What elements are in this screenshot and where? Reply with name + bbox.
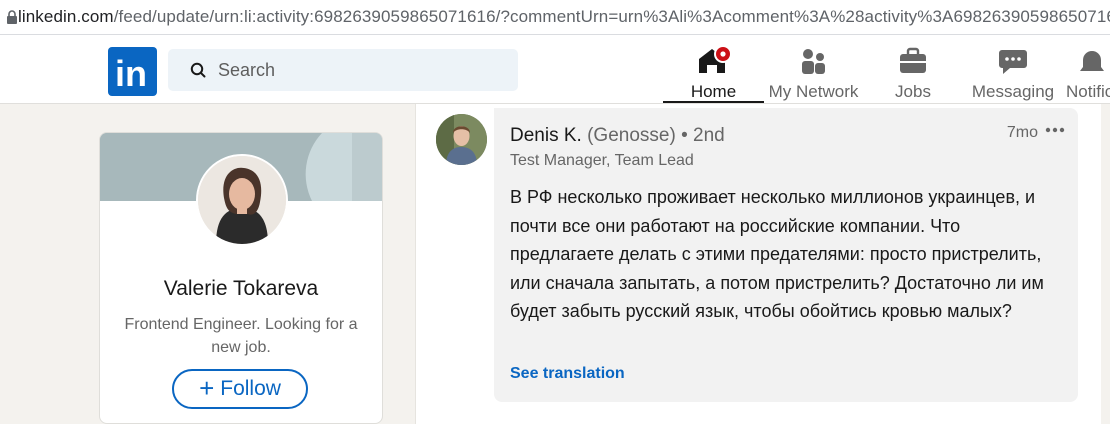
jobs-icon (898, 45, 928, 75)
see-translation-link[interactable]: See translation (510, 365, 625, 383)
more-options-icon[interactable] (1044, 122, 1066, 138)
search-icon (190, 62, 206, 78)
comment-text: В РФ несколько проживает несколько милли… (510, 187, 1044, 321)
commenter-pronoun: (Genosse) (587, 125, 676, 146)
messaging-icon (998, 45, 1028, 75)
commenter-headline: Test Manager, Team Lead (510, 152, 694, 169)
linkedin-logo[interactable]: in (108, 47, 157, 96)
nav-messaging-label: Messaging (971, 82, 1055, 101)
follow-button[interactable]: + Follow (172, 369, 308, 409)
nav-notifications-label: Notifications (1066, 82, 1110, 101)
profile-headline: Frontend Engineer. Looking for a new job… (124, 316, 358, 356)
profile-card: Valerie Tokareva Frontend Engineer. Look… (99, 132, 383, 424)
commenter-name[interactable]: Denis K. (510, 125, 582, 146)
follow-label: Follow (220, 377, 281, 400)
browser-address-bar[interactable]: linkedin.com/feed/update/urn:li:activity… (0, 0, 1110, 35)
home-icon (694, 45, 734, 75)
my-network-icon (799, 45, 829, 75)
nav-messaging[interactable]: Messaging (968, 35, 1058, 103)
nav-jobs[interactable]: Jobs (880, 35, 946, 103)
search-input[interactable] (216, 58, 500, 82)
search-box[interactable] (168, 49, 518, 91)
nav-my-network[interactable]: My Network (766, 35, 861, 103)
nav-home[interactable]: Home (663, 35, 764, 103)
logo-text: in (115, 53, 147, 94)
avatar[interactable] (196, 154, 288, 246)
profile-name[interactable]: Valerie Tokareva (100, 277, 382, 301)
comment-timestamp: 7mo (1006, 124, 1038, 141)
commenter-avatar[interactable] (436, 114, 487, 165)
comment-bubble: Denis K. (Genosse) • 2nd Test Manager, T… (494, 108, 1078, 402)
url-path: /feed/update/urn:li:activity:69826390598… (113, 7, 1110, 26)
nav-jobs-label: Jobs (895, 82, 931, 101)
nav-home-label: Home (690, 82, 737, 101)
url-text: linkedin.com/feed/update/urn:li:activity… (18, 7, 1110, 27)
notifications-icon (1066, 45, 1110, 75)
url-host: linkedin.com (18, 7, 114, 26)
commenter-name-line: Denis K. (Genosse) • 2nd (510, 125, 725, 147)
nav-my-network-label: My Network (768, 82, 859, 101)
plus-icon: + (199, 373, 215, 403)
connection-degree: • 2nd (681, 125, 725, 146)
lock-icon (6, 9, 18, 25)
nav-notifications[interactable]: Notifications (1066, 35, 1110, 103)
global-nav: in Home (0, 35, 1110, 104)
